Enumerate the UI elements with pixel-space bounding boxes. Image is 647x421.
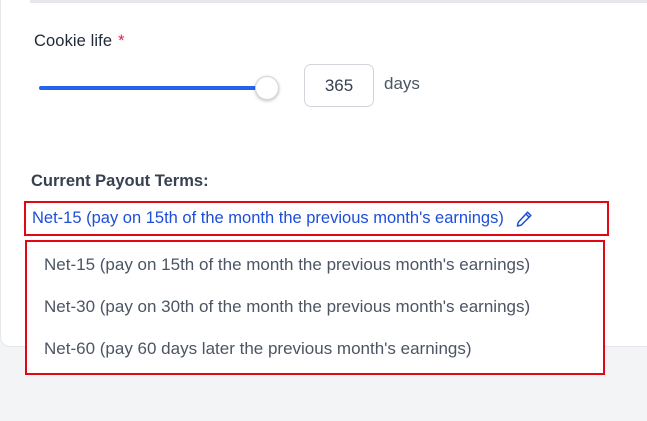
slider-thumb[interactable]: [255, 76, 279, 100]
cookie-life-slider[interactable]: [39, 76, 280, 100]
pencil-icon[interactable]: [514, 209, 534, 229]
divider: [30, 0, 647, 3]
cookie-life-label: Cookie life *: [34, 32, 125, 51]
current-payout-term-text: Net-15 (pay on 15th of the month the pre…: [32, 209, 504, 227]
payout-terms-dropdown: Net-15 (pay on 15th of the month the pre…: [25, 240, 605, 375]
cookie-life-input[interactable]: 365: [304, 64, 374, 107]
required-star: *: [118, 32, 125, 50]
cookie-life-label-text: Cookie life: [34, 32, 113, 50]
payout-terms-label: Current Payout Terms:: [31, 172, 209, 190]
cookie-life-unit: days: [384, 74, 420, 93]
current-payout-term[interactable]: Net-15 (pay on 15th of the month the pre…: [24, 201, 609, 236]
option-net-60[interactable]: Net-60 (pay 60 days later the previous m…: [44, 339, 472, 359]
option-net-30[interactable]: Net-30 (pay on 30th of the month the pre…: [44, 297, 530, 317]
slider-track[interactable]: [39, 86, 269, 90]
option-net-15[interactable]: Net-15 (pay on 15th of the month the pre…: [44, 255, 530, 275]
